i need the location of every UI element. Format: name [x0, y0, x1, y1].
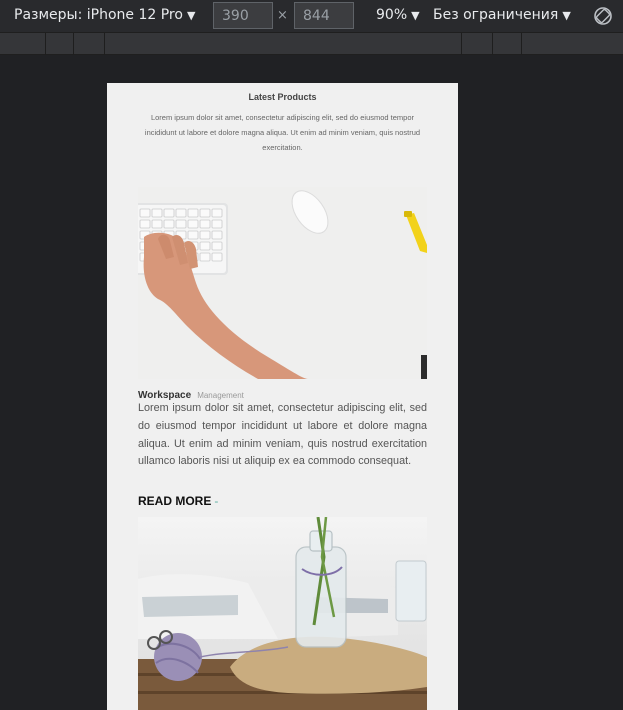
workspace-image[interactable]	[138, 187, 427, 379]
read-more-label: READ MORE	[138, 494, 212, 508]
chevron-down-icon: ▼	[411, 9, 420, 22]
throttle-select[interactable]: Без ограничения ▼	[433, 7, 571, 23]
read-more-link[interactable]: READ MORE -	[138, 494, 218, 508]
read-more-dash: -	[214, 494, 219, 508]
device-label: Размеры: iPhone 12 Pro	[14, 7, 183, 23]
section-description: Lorem ipsum dolor sit amet, consectetur …	[144, 113, 421, 152]
ruler-divider	[492, 33, 493, 55]
zoom-select[interactable]: 90% ▼	[376, 7, 420, 23]
dimension-separator: ×	[277, 8, 288, 23]
ruler-divider	[73, 33, 74, 55]
ruler-divider	[104, 33, 105, 55]
ruler-divider	[461, 33, 462, 55]
card-text: Lorem ipsum dolor sit amet, consectetur …	[138, 402, 427, 468]
throttle-label: Без ограничения	[433, 7, 559, 23]
height-input[interactable]	[294, 2, 354, 29]
width-input[interactable]	[213, 2, 273, 29]
device-toolbar: Размеры: iPhone 12 Pro▼ × 90%▼ Без огран…	[0, 0, 623, 32]
still-life-image[interactable]	[138, 517, 427, 710]
card-tag[interactable]: Management	[197, 391, 244, 400]
ruler-divider	[521, 33, 522, 55]
ruler-divider	[45, 33, 46, 55]
device-select[interactable]: Размеры: iPhone 12 Pro ▼	[14, 7, 195, 23]
chevron-down-icon: ▼	[186, 9, 196, 22]
zoom-label: 90%	[376, 7, 408, 23]
section-title: Latest Products	[248, 92, 317, 102]
chevron-down-icon: ▼	[562, 9, 571, 22]
rotate-icon[interactable]	[592, 5, 614, 27]
media-query-bar[interactable]	[0, 32, 623, 55]
device-viewport: Latest Products Lorem ipsum dolor sit am…	[107, 83, 458, 710]
